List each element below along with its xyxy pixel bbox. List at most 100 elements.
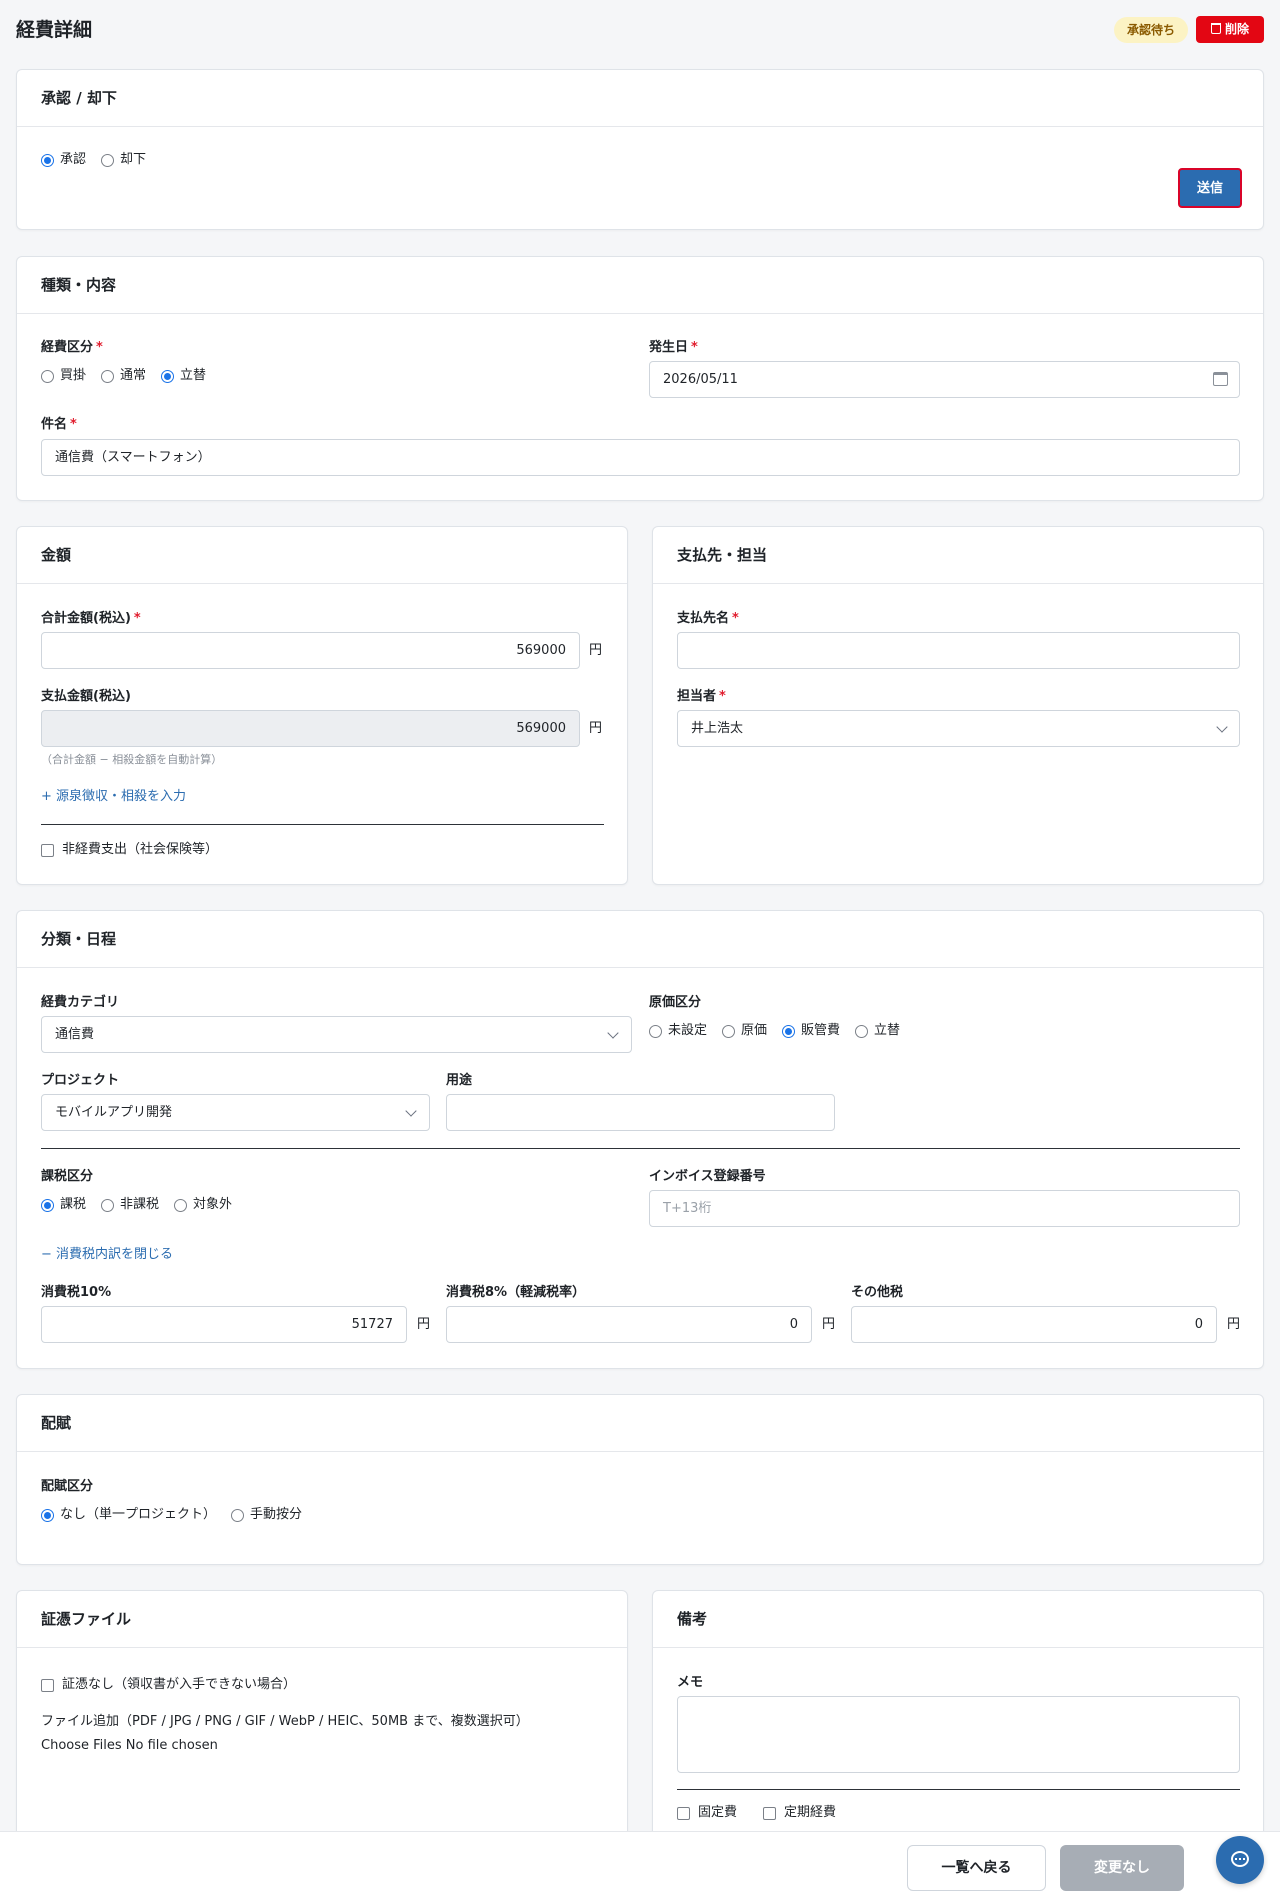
paid-label: 支払金額(税込) xyxy=(41,689,131,704)
file-add-label: ファイル追加（PDF / JPG / PNG / GIF / WebP / HE… xyxy=(41,1714,529,1729)
allocation-radio-group: なし（単一プロジェクト） 手動按分 xyxy=(41,1507,317,1523)
invoice-label: インボイス登録番号 xyxy=(649,1169,766,1184)
radio-manual-allocation[interactable]: 手動按分 xyxy=(231,1507,302,1523)
tax-type-label: 課税区分 xyxy=(41,1169,94,1184)
add-withholding-link[interactable]: + 源泉徴収・相殺を入力 xyxy=(41,789,186,805)
trash-icon xyxy=(1210,23,1221,34)
payee-name-input[interactable] xyxy=(677,632,1240,669)
person-select[interactable]: 井上浩太 xyxy=(677,710,1240,747)
radio-circle xyxy=(161,369,175,383)
category-label: 経費カテゴリ xyxy=(41,995,120,1010)
periodic-expense-checkbox[interactable]: 定期経費 xyxy=(763,1805,836,1821)
yen-unit: 円 xyxy=(589,721,603,736)
allocation-title: 配賦 xyxy=(17,1395,1263,1452)
delete-label: 削除 xyxy=(1224,22,1249,36)
memo-label: メモ xyxy=(677,1675,704,1690)
radio-sga[interactable]: 販管費 xyxy=(782,1023,840,1039)
radio-unset[interactable]: 未設定 xyxy=(649,1023,707,1039)
back-to-list-button[interactable]: 一覧へ戻る xyxy=(907,1845,1046,1891)
radio-label: 承認 xyxy=(60,152,87,167)
yen-unit: 円 xyxy=(822,1317,836,1332)
remarks-card: 備考 メモ 固定費 定期経費 xyxy=(652,1590,1264,1850)
tax8-input[interactable]: 0 xyxy=(446,1306,812,1343)
total-input[interactable]: 569000 xyxy=(41,632,580,669)
date-label: 発生日 * xyxy=(649,340,698,355)
approval-radio-group: 承認 却下 xyxy=(41,152,161,168)
tax-type-radio-group: 課税 非課税 対象外 xyxy=(41,1197,247,1213)
invoice-input[interactable]: T+13桁 xyxy=(649,1190,1240,1227)
payee-card: 支払先・担当 支払先名 * 担当者 * 井上浩太 xyxy=(652,526,1264,885)
radio-label: 却下 xyxy=(120,152,147,167)
purpose-input[interactable] xyxy=(446,1094,835,1131)
remarks-title: 備考 xyxy=(653,1591,1263,1648)
subject-input[interactable]: 通信費（スマートフォン） xyxy=(41,439,1240,476)
category-select[interactable]: 通信費 xyxy=(41,1016,632,1053)
auto-calc-note: （合計金額 − 相殺金額を自動計算） xyxy=(41,753,223,766)
tax8-label: 消費税8%（軽減税率） xyxy=(446,1285,586,1300)
delete-button[interactable]: 削除 xyxy=(1196,16,1264,43)
amount-title: 金額 xyxy=(17,527,627,584)
radio-circle xyxy=(174,1198,188,1212)
project-label: プロジェクト xyxy=(41,1073,120,1088)
calendar-icon[interactable] xyxy=(1213,372,1228,386)
radio-circle xyxy=(722,1024,736,1038)
yen-unit: 円 xyxy=(1227,1317,1241,1332)
total-label: 合計金額(税込) * xyxy=(41,611,141,626)
approval-title: 承認 / 却下 xyxy=(17,70,1263,127)
other-tax-label: その他税 xyxy=(851,1285,904,1300)
radio-circle xyxy=(855,1024,869,1038)
checkbox-box xyxy=(41,843,54,857)
evidence-title: 証憑ファイル xyxy=(17,1591,627,1648)
radio-circle xyxy=(41,1198,54,1212)
checkbox-box xyxy=(41,1678,54,1692)
expense-type-radio-group: 買掛 通常 立替 xyxy=(41,368,221,384)
radio-nontaxable[interactable]: 非課税 xyxy=(101,1197,159,1213)
radio-taxable[interactable]: 課税 xyxy=(41,1197,86,1213)
paid-input: 569000 xyxy=(41,710,580,747)
radio-circle xyxy=(231,1508,245,1522)
page-header: 経費詳細 承認待ち 削除 xyxy=(16,14,1264,46)
radio-normal[interactable]: 通常 xyxy=(101,368,146,384)
checkbox-box xyxy=(677,1806,690,1820)
payee-name-label: 支払先名 * xyxy=(677,611,739,626)
approval-card: 承認 / 却下 承認 却下 xyxy=(16,69,1264,230)
close-tax-breakdown-link[interactable]: − 消費税内訳を閉じる xyxy=(41,1247,173,1263)
yen-unit: 円 xyxy=(417,1317,431,1332)
file-input[interactable]: Choose Files No file chosen xyxy=(41,1738,218,1754)
radio-circle xyxy=(41,1508,54,1522)
chat-button[interactable] xyxy=(1216,1836,1264,1884)
other-tax-input[interactable]: 0 xyxy=(851,1306,1217,1343)
tax10-input[interactable]: 51727 xyxy=(41,1306,407,1343)
radio-reject[interactable]: 却下 xyxy=(101,152,146,168)
date-input[interactable]: 2026/05/11 xyxy=(649,361,1240,398)
project-select[interactable]: モバイルアプリ開発 xyxy=(41,1094,430,1131)
radio-no-allocation[interactable]: なし（単一プロジェクト） xyxy=(41,1507,216,1523)
send-button[interactable]: 送信 xyxy=(1178,168,1242,208)
no-evidence-checkbox[interactable]: 証憑なし（領収書が入手できない場合） xyxy=(41,1677,296,1693)
radio-circle xyxy=(41,369,54,383)
radio-cost[interactable]: 原価 xyxy=(722,1023,767,1039)
cost-type-label: 原価区分 xyxy=(649,995,702,1010)
radio-circle xyxy=(649,1024,662,1038)
fixed-cost-checkbox[interactable]: 固定費 xyxy=(677,1805,737,1821)
radio-circle xyxy=(782,1024,796,1038)
memo-textarea[interactable] xyxy=(677,1696,1240,1773)
radio-exempt[interactable]: 対象外 xyxy=(174,1197,232,1213)
page-title: 経費詳細 xyxy=(16,19,93,41)
allocation-card: 配賦 配賦区分 なし（単一プロジェクト） 手動按分 xyxy=(16,1394,1264,1565)
radio-approve[interactable]: 承認 xyxy=(41,152,86,168)
kind-title: 種類・内容 xyxy=(17,257,1263,314)
radio-tatekae[interactable]: 立替 xyxy=(855,1023,900,1039)
allocation-type-label: 配賦区分 xyxy=(41,1479,94,1494)
checkbox-box xyxy=(763,1806,776,1820)
radio-kaikake[interactable]: 買掛 xyxy=(41,368,86,384)
divider xyxy=(677,1789,1240,1790)
radio-tatekae[interactable]: 立替 xyxy=(161,368,206,384)
classification-card: 分類・日程 経費カテゴリ 通信費 原価区分 未設定 原価 販管費 立替 プロジェ… xyxy=(16,910,1264,1369)
radio-circle xyxy=(101,1198,115,1212)
payee-title: 支払先・担当 xyxy=(653,527,1263,584)
cost-type-radio-group: 未設定 原価 販管費 立替 xyxy=(649,1023,915,1039)
person-label: 担当者 * xyxy=(677,689,726,704)
nonexpense-checkbox[interactable]: 非経費支出（社会保険等） xyxy=(41,842,218,858)
divider xyxy=(41,1148,1240,1149)
